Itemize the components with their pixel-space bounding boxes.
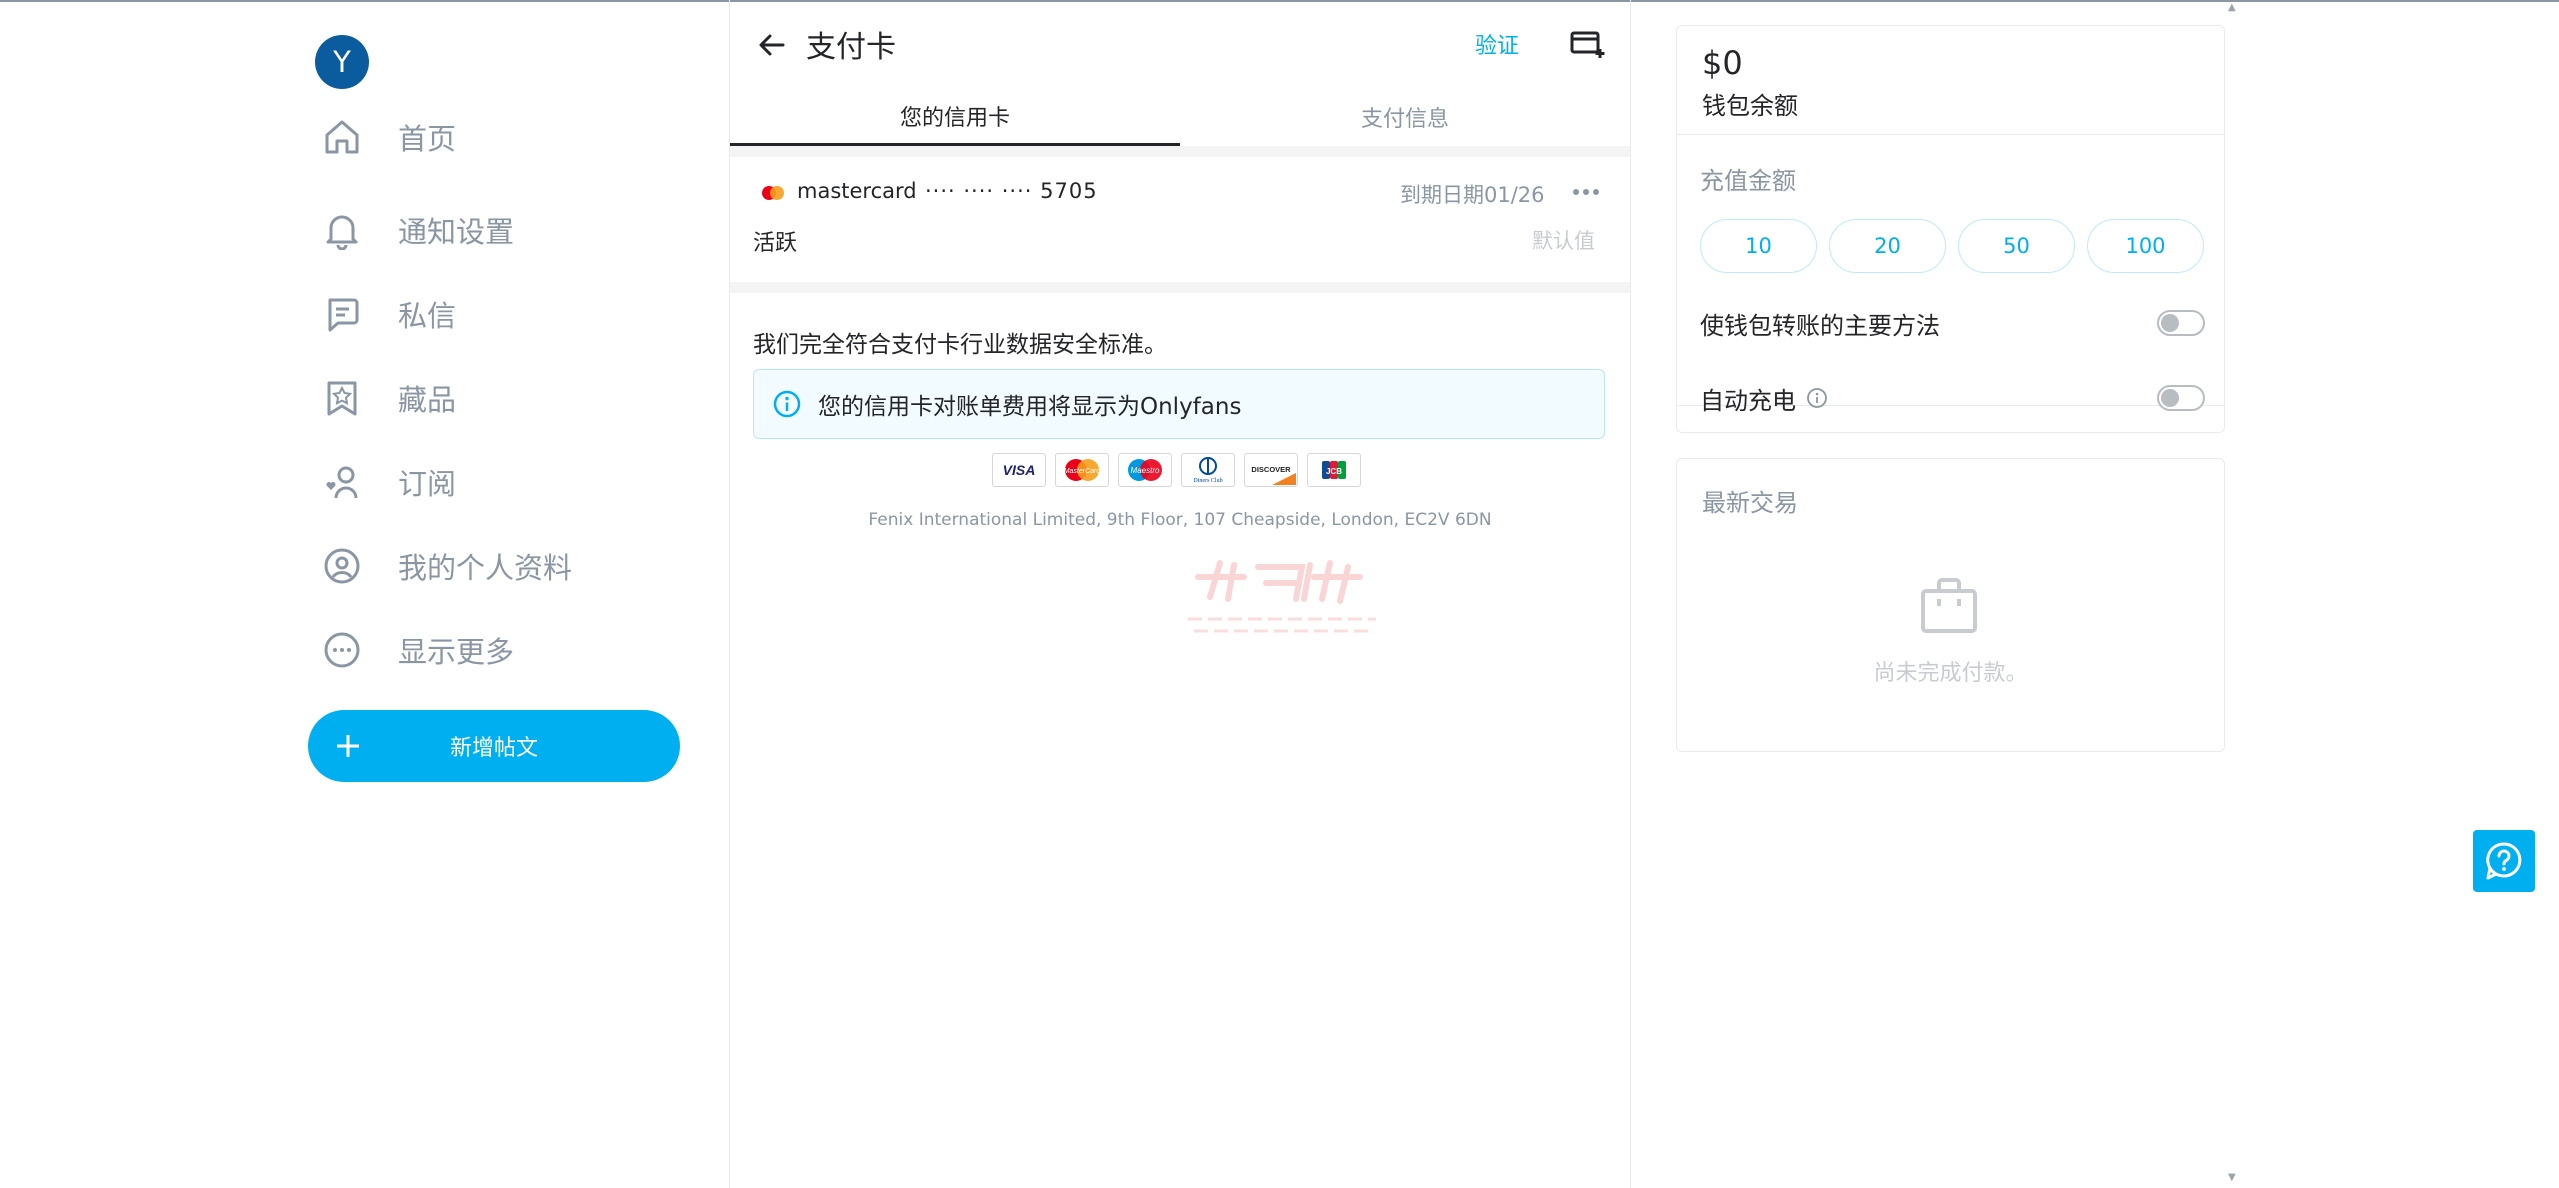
sidebar-item-more[interactable]: 显示更多 [320, 620, 700, 680]
sidebar-item-collections[interactable]: 藏品 [320, 368, 700, 428]
help-icon [2486, 842, 2522, 880]
sidebar-item-label: 首页 [398, 122, 457, 156]
company-address: Fenix International Limited, 9th Floor, … [868, 510, 1492, 530]
watermark-logo [1188, 560, 1376, 633]
sidebar-item-label: 藏品 [398, 383, 457, 417]
collections-icon [320, 376, 364, 420]
topup-amount-button[interactable]: 20 [1829, 219, 1946, 273]
tab-label: 支付信息 [1360, 107, 1449, 132]
sidebar-item-label: 显示更多 [398, 635, 515, 669]
back-button[interactable] [752, 25, 792, 65]
divider [730, 282, 1630, 293]
primary-method-label: 使钱包转账的主要方法 [1700, 311, 1940, 340]
card-number: ···· ···· ···· 5705 [925, 179, 1098, 203]
add-card-button[interactable] [1568, 24, 1608, 64]
topup-amount-button[interactable]: 50 [1958, 219, 2075, 273]
sidebar-item-notifications[interactable]: 通知设置 [320, 200, 700, 260]
page-title: 支付卡 [806, 30, 896, 65]
new-post-label: 新增帖文 [449, 736, 538, 761]
maestro-logo: Maestro [1118, 453, 1172, 487]
auto-recharge-toggle[interactable] [2157, 385, 2205, 411]
topup-amount-options: 10 20 50 100 [1700, 219, 2204, 273]
divider [1677, 134, 2224, 135]
svg-text:DISCOVER: DISCOVER [1251, 465, 1291, 474]
wallet-card: $0 钱包余额 充值金额 10 20 50 100 使钱包转账的主要方法 自动充… [1676, 25, 2225, 433]
billing-notice: 您的信用卡对账单费用将显示为Onlyfans [753, 369, 1605, 439]
primary-method-toggle[interactable] [2157, 310, 2205, 336]
tab-label: 您的信用卡 [899, 105, 1010, 131]
transactions-title: 最新交易 [1702, 489, 1798, 517]
sidebar-item-profile[interactable]: 我的个人资料 [320, 536, 700, 596]
card-options-button[interactable] [1568, 177, 1604, 207]
svg-text:VISA: VISA [1003, 462, 1036, 478]
sidebar-item-label: 通知设置 [398, 215, 515, 249]
panel-header: 支付卡 验证 [730, 0, 1630, 88]
verify-link[interactable]: 验证 [1475, 28, 1519, 60]
subscriptions-icon [320, 460, 364, 504]
transactions-empty-text: 尚未完成付款。 [1873, 661, 2028, 686]
sidebar-item-label: 私信 [398, 299, 457, 333]
avatar[interactable]: Y [315, 35, 369, 89]
card-status: 活跃 [753, 231, 798, 256]
info-icon[interactable] [1806, 387, 1828, 409]
new-post-button[interactable]: 新增帖文 [308, 710, 680, 782]
card-brand: mastercard [797, 179, 917, 203]
primary-method-row: 使钱包转账的主要方法 [1700, 303, 2205, 343]
topup-amount-button[interactable]: 10 [1700, 219, 1817, 273]
latest-transactions-card: 最新交易 尚未完成付款。 [1676, 458, 2225, 752]
svg-text:Diners Club: Diners Club [1193, 478, 1222, 484]
pci-compliance-text: 我们完全符合支付卡行业数据安全标准。 [753, 332, 1167, 358]
auto-recharge-label: 自动充电 [1700, 386, 1796, 415]
more-icon [320, 628, 364, 672]
wallet-balance-label: 钱包余额 [1702, 92, 1798, 120]
mastercard-icon [758, 183, 788, 203]
svg-text:JCB: JCB [1326, 467, 1342, 476]
arrow-left-icon [759, 34, 785, 56]
mastercard-logo: MasterCard [1055, 453, 1109, 487]
tab-payment-info[interactable]: 支付信息 [1180, 88, 1630, 146]
topup-amount-label: 充值金额 [1700, 167, 1796, 195]
default-label: 默认值 [1532, 229, 1595, 253]
toggle-knob [2161, 314, 2179, 332]
help-button[interactable] [2473, 830, 2535, 892]
sidebar-item-messages[interactable]: 私信 [320, 284, 700, 344]
profile-icon [320, 544, 364, 588]
card-expiry: 到期日期01/26 [1400, 183, 1545, 207]
jcb-logo: JCB [1307, 453, 1361, 487]
info-icon [770, 387, 804, 421]
sidebar-item-subscriptions[interactable]: 订阅 [320, 452, 700, 512]
toggle-knob [2161, 389, 2179, 407]
sidebar-item-label: 我的个人资料 [398, 551, 573, 585]
svg-text:MasterCard: MasterCard [1064, 468, 1102, 475]
visa-logo: VISA [992, 453, 1046, 487]
topup-amount-button[interactable]: 100 [2087, 219, 2204, 273]
billing-notice-text: 您的信用卡对账单费用将显示为Onlyfans [818, 394, 1242, 420]
accepted-cards: VISA MasterCard Maestro Diners Club DISC… [992, 453, 1361, 487]
payment-cards-panel: 支付卡 验证 您的信用卡 支付信息 mastercard ···· ···· ·… [729, 0, 1631, 1188]
sidebar-item-home[interactable]: 首页 [320, 107, 700, 167]
svg-text:Maestro: Maestro [1131, 466, 1160, 475]
discover-logo: DISCOVER [1244, 453, 1298, 487]
shopping-bag-icon [1921, 578, 1977, 633]
wallet-balance: $0 [1702, 44, 1743, 82]
message-icon [320, 292, 364, 336]
tab-bar: 您的信用卡 支付信息 [730, 88, 1630, 147]
card-list-item[interactable]: mastercard ···· ···· ···· 5705 到期日期01/26… [730, 157, 1630, 282]
sidebar: Y 首页 通知设置 私信 藏品 订阅 我的个人资料 显示更多 新增帖文 [300, 0, 730, 1188]
scroll-up-arrow[interactable]: ▲ [2228, 2, 2236, 13]
bell-icon [320, 208, 364, 252]
auto-recharge-row: 自动充电 [1700, 378, 2205, 418]
ellipsis-icon [1573, 189, 1599, 195]
sidebar-item-label: 订阅 [398, 467, 457, 501]
tab-your-cards[interactable]: 您的信用卡 [730, 88, 1180, 146]
add-card-icon [1570, 31, 1605, 58]
scroll-down-arrow[interactable]: ▼ [2228, 1172, 2236, 1183]
home-icon [320, 115, 364, 159]
diners-club-logo: Diners Club [1181, 453, 1235, 487]
divider [730, 146, 1630, 157]
